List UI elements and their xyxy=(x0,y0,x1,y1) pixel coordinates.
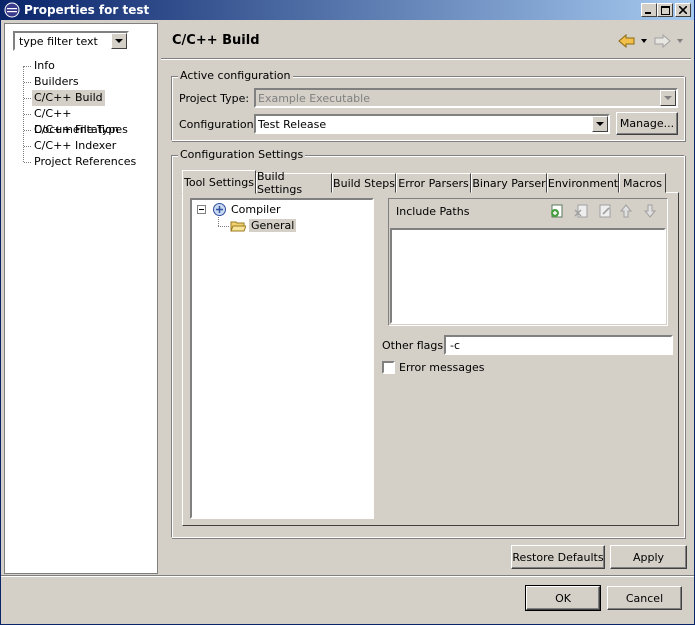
header-separator xyxy=(161,58,691,60)
collapse-icon[interactable] xyxy=(197,205,206,214)
compiler-icon xyxy=(213,203,226,216)
error-messages-label[interactable]: Error messages xyxy=(399,361,484,374)
close-icon xyxy=(679,6,687,14)
nav-item-cpp-documentation[interactable]: C/C++ Documentation xyxy=(32,106,157,136)
nav-item-cpp-indexer[interactable]: C/C++ Indexer xyxy=(32,138,118,154)
move-down-icon[interactable] xyxy=(643,203,657,219)
minimize-button[interactable] xyxy=(641,3,657,17)
other-flags-input[interactable]: -c xyxy=(444,335,673,355)
other-flags-value: -c xyxy=(450,339,461,352)
error-messages-checkbox[interactable] xyxy=(382,361,395,374)
project-type-combo: Example Executable xyxy=(254,88,678,108)
other-flags-label: Other flags xyxy=(382,339,444,352)
tree-connector xyxy=(24,162,31,163)
footer-separator xyxy=(1,575,694,577)
nav-pane: type filter text Info Builders C/C++ Bui… xyxy=(4,23,158,574)
project-type-label: Project Type: xyxy=(179,92,250,105)
close-button[interactable] xyxy=(675,3,691,17)
filter-dropdown-button[interactable] xyxy=(111,33,127,49)
tab-binary-parser[interactable]: Binary Parser xyxy=(471,173,547,193)
edit-path-icon[interactable] xyxy=(597,203,613,219)
folder-open-icon xyxy=(230,221,246,232)
tree-connector xyxy=(218,217,219,226)
nav-item-info[interactable]: Info xyxy=(32,58,57,74)
apply-button[interactable]: Apply xyxy=(610,545,687,569)
forward-arrow-icon[interactable] xyxy=(653,34,671,48)
forward-menu-chevron-icon[interactable] xyxy=(676,38,684,44)
tree-connector xyxy=(24,98,31,99)
chevron-down-icon xyxy=(596,122,604,126)
restore-defaults-button[interactable]: Restore Defaults xyxy=(511,545,605,569)
back-arrow-icon[interactable] xyxy=(618,34,636,48)
configuration-value: Test Release xyxy=(258,118,327,131)
tree-item-compiler[interactable]: Compiler xyxy=(231,203,281,216)
tree-connector xyxy=(24,146,31,147)
tree-connector xyxy=(24,114,31,115)
active-configuration-label: Active configuration xyxy=(178,69,293,82)
back-menu-chevron-icon[interactable] xyxy=(640,38,648,44)
cancel-button[interactable]: Cancel xyxy=(607,586,682,610)
tab-build-steps[interactable]: Build Steps xyxy=(332,173,396,193)
project-type-value: Example Executable xyxy=(258,92,370,105)
filter-input[interactable]: type filter text xyxy=(19,35,98,48)
chevron-down-icon xyxy=(664,96,672,100)
configuration-settings-label: Configuration Settings xyxy=(178,148,306,161)
nav-item-builders[interactable]: Builders xyxy=(32,74,81,90)
tool-tree[interactable]: Compiler General xyxy=(190,198,374,519)
tab-environment[interactable]: Environment xyxy=(547,173,619,193)
page-title: C/C++ Build xyxy=(172,33,260,48)
ok-button[interactable]: OK xyxy=(525,585,601,611)
eclipse-icon xyxy=(4,2,20,18)
include-paths-label: Include Paths xyxy=(396,205,470,218)
maximize-icon xyxy=(660,5,670,15)
tree-connector xyxy=(218,226,229,227)
nav-item-cpp-file-types[interactable]: C/C++ File Types xyxy=(32,122,130,138)
add-path-icon[interactable] xyxy=(549,203,565,219)
nav-item-cpp-build[interactable]: C/C++ Build xyxy=(32,90,105,106)
include-paths-list[interactable] xyxy=(390,228,666,324)
nav-item-project-references[interactable]: Project References xyxy=(32,154,138,170)
manage-button[interactable]: Manage... xyxy=(616,112,678,135)
move-up-icon[interactable] xyxy=(619,203,633,219)
maximize-button[interactable] xyxy=(657,3,673,17)
minimize-icon xyxy=(645,12,651,14)
configuration-dropdown[interactable] xyxy=(592,116,608,132)
chevron-down-icon xyxy=(115,39,123,43)
title-bar[interactable]: Properties for test xyxy=(1,0,694,20)
configuration-combo[interactable]: Test Release xyxy=(254,114,610,134)
tree-connector xyxy=(24,130,31,131)
configuration-label: Configuration: xyxy=(179,118,258,131)
tab-tool-settings[interactable]: Tool Settings xyxy=(182,170,256,194)
project-type-dropdown xyxy=(660,90,676,106)
tab-build-settings[interactable]: Build Settings xyxy=(256,170,332,196)
tree-connector xyxy=(24,82,31,83)
properties-dialog: Properties for test type filter text Inf… xyxy=(0,0,695,625)
tree-item-general[interactable]: General xyxy=(249,219,297,232)
tab-error-parsers[interactable]: Error Parsers xyxy=(396,173,471,193)
tree-connector xyxy=(24,66,31,67)
window-title: Properties for test xyxy=(24,3,150,17)
filter-combo[interactable]: type filter text xyxy=(13,31,129,51)
tab-macros[interactable]: Macros xyxy=(619,173,666,193)
delete-path-icon[interactable] xyxy=(573,203,589,219)
